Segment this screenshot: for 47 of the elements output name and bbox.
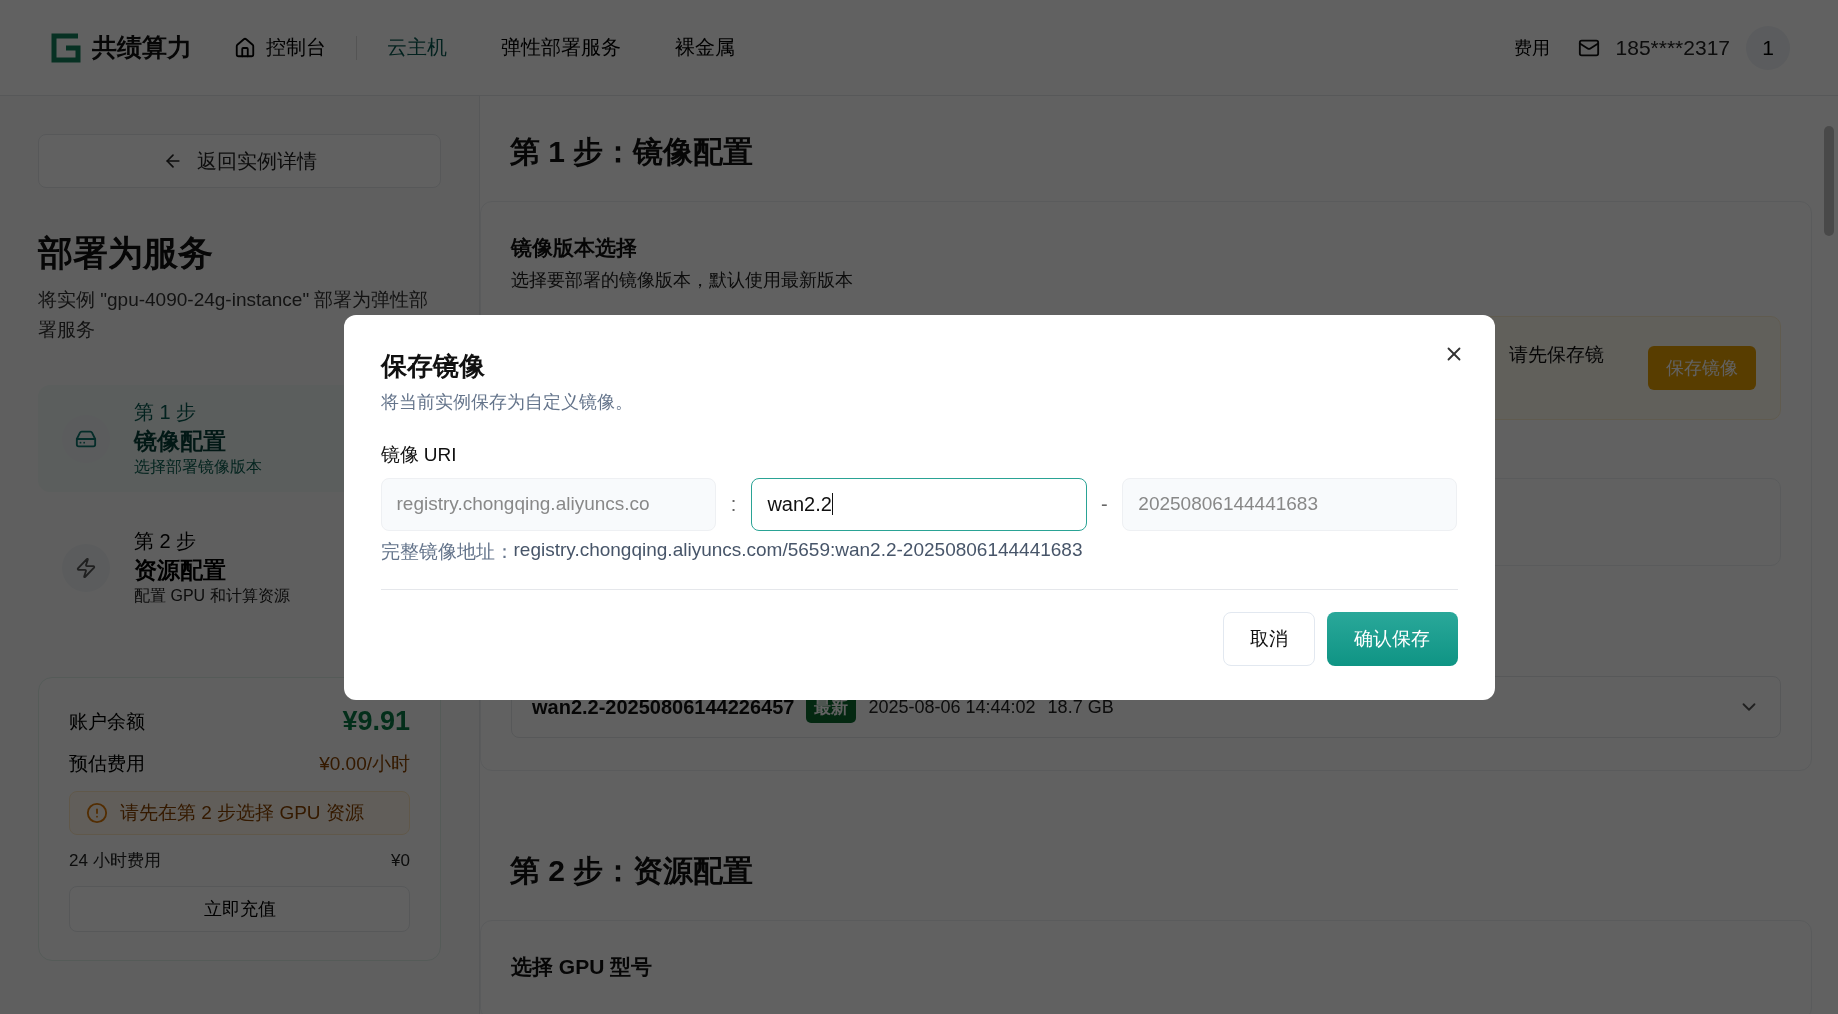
confirm-save-button[interactable]: 确认保存 bbox=[1326, 611, 1458, 666]
page-title: 部署为服务 bbox=[38, 232, 214, 274]
card-title: 镜像版本选择 bbox=[511, 235, 638, 261]
version-date: 2025-08-06 14:44:02 bbox=[868, 696, 1036, 718]
daily-cost-label: 24 小时费用 bbox=[69, 850, 161, 872]
card-title: 选择 GPU 型号 bbox=[511, 954, 654, 980]
user-phone: 185****2317 bbox=[1615, 35, 1730, 60]
page-description: 将实例 "gpu-4090-24g-instance" 部署为弹性部署服务 bbox=[38, 288, 430, 342]
tag-field[interactable]: wan2.2 bbox=[751, 477, 1087, 531]
nav-link[interactable]: 弹性部署服务 bbox=[501, 34, 621, 61]
estimate-label: 预估费用 bbox=[69, 752, 145, 776]
nav-link[interactable]: 控制台 bbox=[234, 34, 326, 61]
section-title: 第 2 步：资源配置 bbox=[510, 853, 755, 889]
user-avatar[interactable]: 1 bbox=[1746, 25, 1790, 70]
step-description: 配置 GPU 和计算资源 bbox=[134, 586, 290, 606]
estimate-value: ¥0.00/小时 bbox=[319, 752, 410, 776]
cancel-button[interactable]: 取消 bbox=[1222, 611, 1315, 666]
lightning-icon bbox=[75, 556, 97, 579]
dialog-title: 保存镜像 bbox=[380, 349, 485, 383]
daily-cost-value: ¥0 bbox=[391, 850, 410, 871]
nav-link[interactable]: 云主机 bbox=[387, 34, 447, 61]
section-title: 第 1 步：镜像配置 bbox=[510, 134, 755, 170]
full-address-value: registry.chongqing.aliyuncs.com/5659:wan2.2-20250806144441683 bbox=[513, 538, 1083, 562]
balance-label: 账户余额 bbox=[69, 709, 145, 734]
colon-separator: : bbox=[729, 492, 738, 516]
version-name: wan2.2-20250806144226457 bbox=[532, 695, 795, 719]
card-description: 选择要部署的镜像版本，默认使用最新版本 bbox=[511, 269, 854, 292]
brand-name: 共绩算力 bbox=[92, 32, 192, 63]
full-address-label: 完整镜像地址： bbox=[380, 539, 514, 564]
balance-amount: ¥9.91 bbox=[342, 706, 410, 737]
step-title: 镜像配置 bbox=[134, 427, 227, 456]
dash-separator: - bbox=[1100, 492, 1109, 516]
recharge-button[interactable]: 立即充值 bbox=[69, 886, 410, 932]
back-button[interactable]: 返回实例详情 bbox=[38, 134, 441, 188]
version-field[interactable]: 20250806144441683 bbox=[1122, 477, 1458, 531]
version-size: 18.7 GB bbox=[1047, 696, 1114, 718]
alert-icon bbox=[86, 802, 108, 824]
nav-link[interactable]: 裸金属 bbox=[675, 34, 735, 61]
step-description: 选择部署镜像版本 bbox=[134, 457, 262, 477]
step-title: 资源配置 bbox=[134, 556, 227, 585]
registry-field[interactable]: registry.chongqing.aliyuncs.co bbox=[380, 477, 716, 531]
fees-link[interactable]: 费用 bbox=[1513, 35, 1550, 60]
home-icon bbox=[234, 36, 256, 59]
notice-text: 请先保存镜 bbox=[1509, 343, 1604, 367]
step-number: 第 2 步 bbox=[134, 529, 198, 554]
step-number: 第 1 步 bbox=[134, 400, 198, 425]
warning-text: 请先在第 2 步选择 GPU 资源 bbox=[120, 801, 364, 825]
